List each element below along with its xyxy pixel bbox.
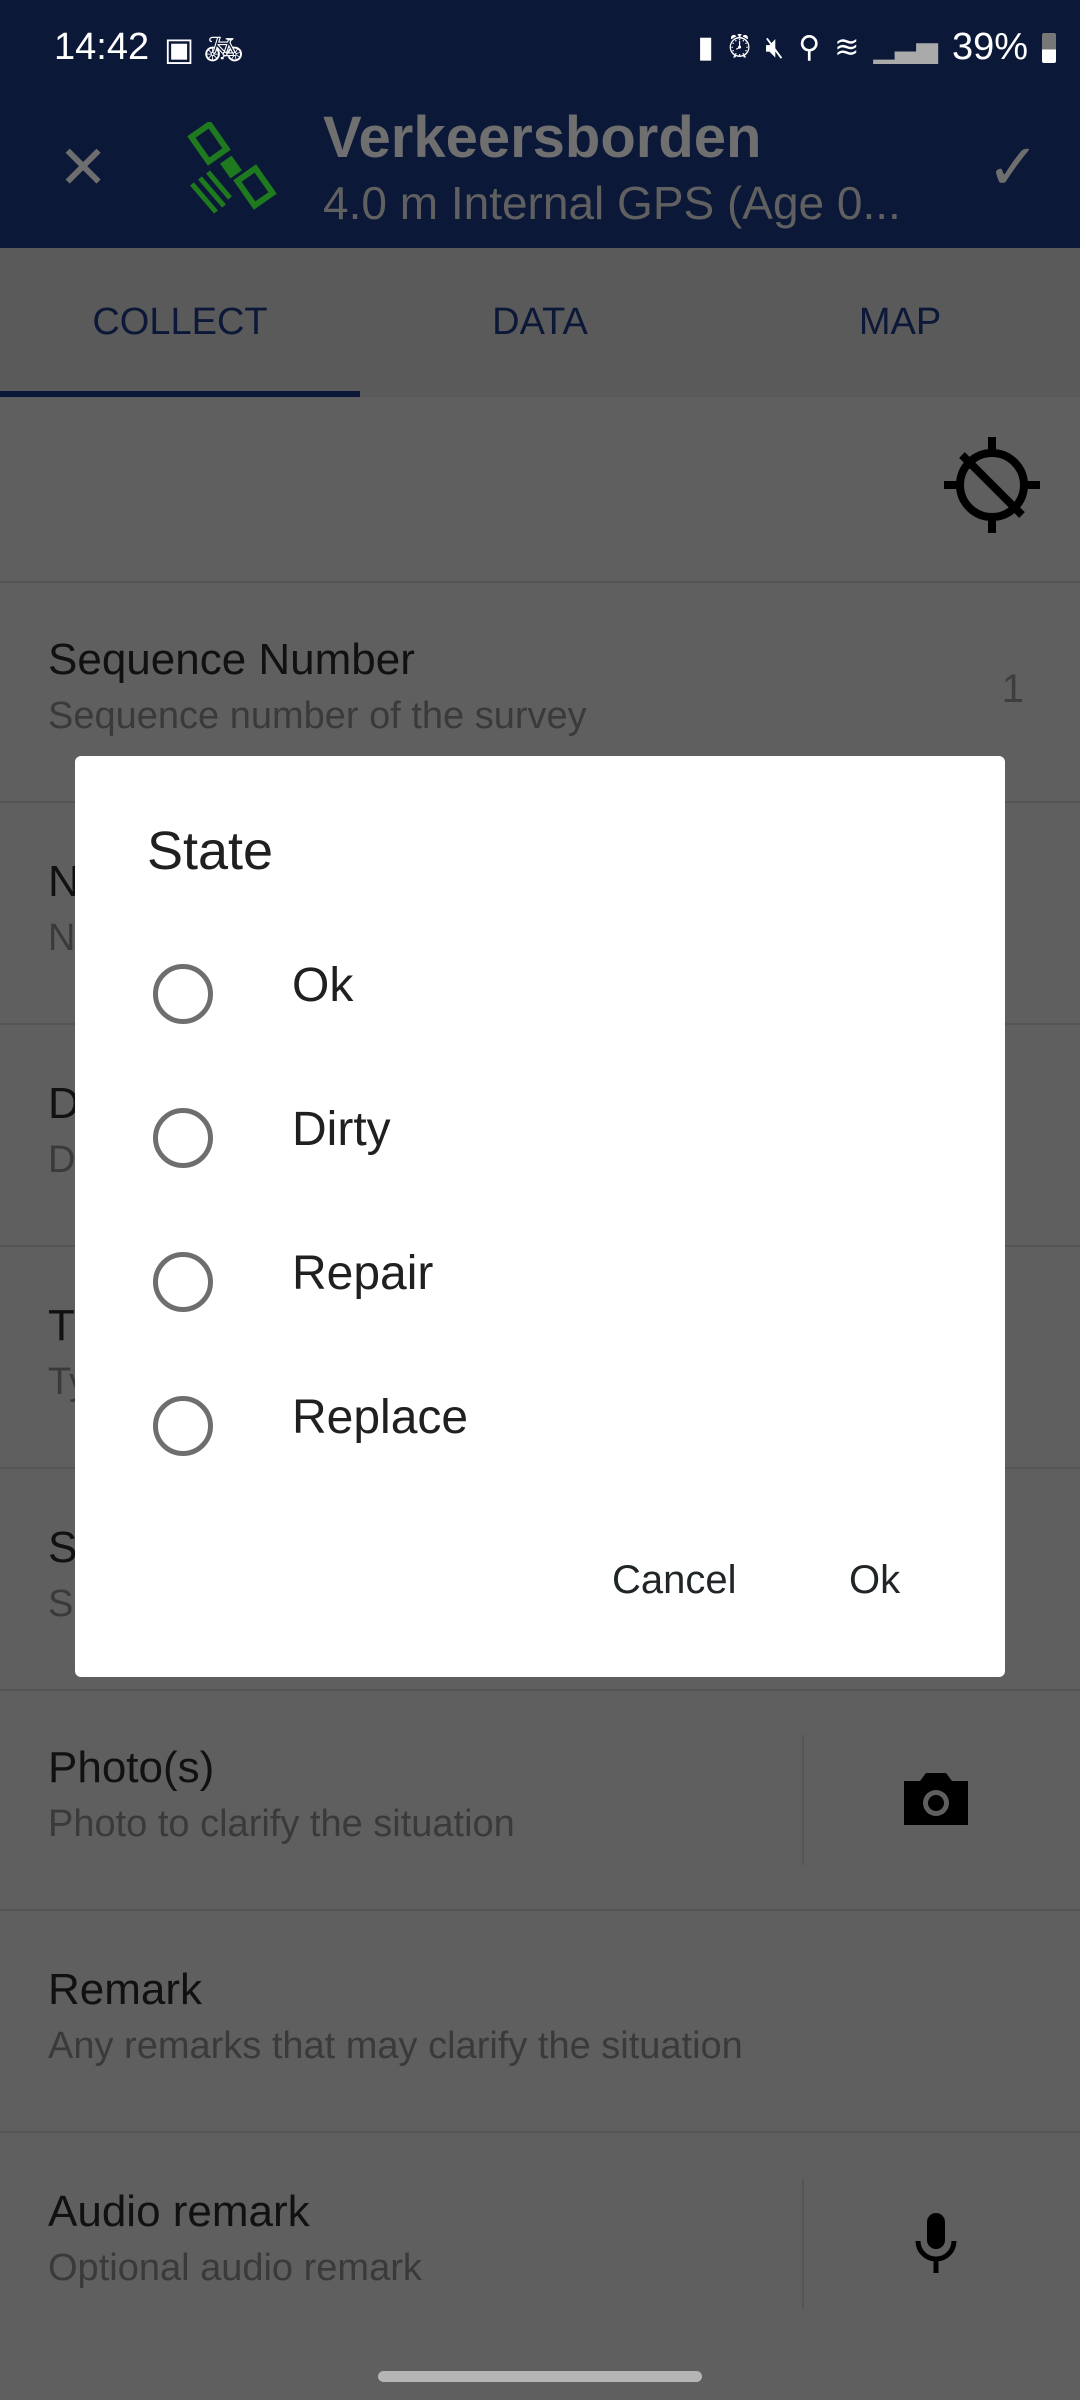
option-ok[interactable]: Ok: [75, 934, 1005, 1054]
field-description: Any remarks that may clarify the situati…: [48, 2025, 743, 2067]
tab-bar: COLLECT DATA MAP: [0, 248, 1080, 397]
field-label: Photo(s): [48, 1743, 215, 1792]
field-value: 1: [1001, 667, 1024, 711]
battery-icon: [1042, 32, 1056, 63]
wifi-icon: ≋: [834, 31, 860, 64]
dialog-title: State: [147, 821, 274, 881]
tab-data[interactable]: DATA: [360, 248, 720, 397]
clock: 14:42: [54, 26, 150, 68]
bicycle-icon: 🚲︎: [203, 31, 244, 67]
location-icon: ⚲: [798, 31, 821, 64]
state-dialog: State Ok Dirty Repair Replace Cancel Ok: [75, 756, 1005, 1677]
radio-button[interactable]: [153, 1108, 213, 1168]
camera-icon[interactable]: [896, 1759, 976, 1839]
field-remark[interactable]: Remark Any remarks that may clarify the …: [0, 1911, 1080, 2133]
option-repair[interactable]: Repair: [75, 1222, 1005, 1342]
option-label: Replace: [292, 1391, 469, 1444]
image-icon: ▣: [164, 31, 195, 67]
radio-button[interactable]: [153, 964, 213, 1024]
field-label: Remark: [48, 1965, 203, 2014]
tab-map[interactable]: MAP: [720, 248, 1080, 397]
mute-icon: 🔇︎: [765, 30, 785, 64]
app-header: ✕ Verkeersborden 4.0 m Internal GPS (Age…: [0, 100, 1080, 248]
status-bar: 14:42 ▣ 🚲︎ ▮ ⏰︎ 🔇︎ ⚲ ≋ ▁▃▅ 39%: [0, 0, 1080, 100]
option-label: Repair: [292, 1247, 434, 1300]
field-audio-remark[interactable]: Audio remark Optional audio remark: [0, 2133, 1080, 2353]
option-label: Ok: [292, 959, 354, 1012]
alarm-icon: ⏰︎: [727, 30, 752, 64]
field-description: Photo to clarify the situation: [48, 1803, 515, 1845]
field-description: S: [48, 1583, 74, 1625]
field-label: Audio remark: [48, 2187, 310, 2236]
battery-saver-icon: ▮: [697, 31, 714, 64]
form-title: Verkeersborden: [323, 105, 762, 170]
ok-button[interactable]: Ok: [849, 1558, 900, 1603]
gps-satellite-icon: [187, 122, 277, 214]
tab-collect[interactable]: COLLECT: [0, 248, 360, 397]
gps-off-icon[interactable]: [940, 433, 1044, 537]
gps-status: 4.0 m Internal GPS (Age 0...: [323, 177, 901, 229]
divider: [802, 2179, 804, 2309]
field-label: T: [48, 1301, 75, 1350]
option-replace[interactable]: Replace: [75, 1366, 1005, 1486]
battery-level: 39%: [951, 26, 1028, 68]
field-description: N: [48, 917, 76, 959]
radio-button[interactable]: [153, 1252, 213, 1312]
gesture-nav-handle[interactable]: [378, 2371, 702, 2382]
field-label: S: [48, 1523, 78, 1572]
close-button[interactable]: ✕: [58, 138, 108, 198]
option-label: Dirty: [292, 1103, 391, 1156]
divider: [802, 1735, 804, 1865]
field-description: Sequence number of the survey: [48, 695, 587, 737]
save-check-button[interactable]: ✓: [986, 130, 1040, 205]
microphone-icon[interactable]: [896, 2203, 976, 2283]
radio-button[interactable]: [153, 1396, 213, 1456]
field-description: Optional audio remark: [48, 2247, 422, 2289]
option-dirty[interactable]: Dirty: [75, 1078, 1005, 1198]
field-description: D: [48, 1139, 76, 1181]
signal-icon: ▁▃▅: [873, 32, 938, 63]
cancel-button[interactable]: Cancel: [612, 1558, 737, 1603]
field-label: Sequence Number: [48, 635, 415, 684]
field-photos[interactable]: Photo(s) Photo to clarify the situation: [0, 1689, 1080, 1911]
